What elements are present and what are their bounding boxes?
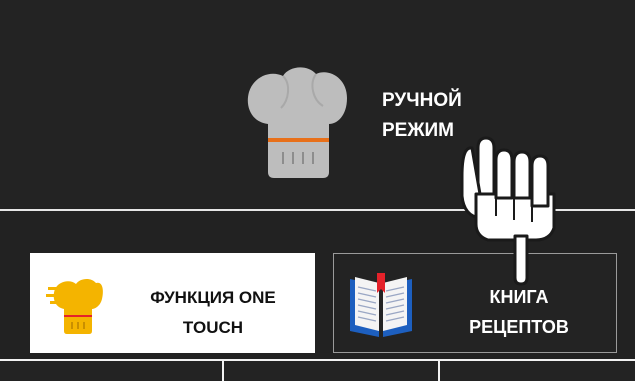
onetouch-label: ФУНКЦИЯ ONE TOUCH bbox=[108, 283, 318, 343]
bottom-tab-strip bbox=[0, 359, 635, 381]
bottom-tab-3[interactable] bbox=[440, 361, 635, 381]
manual-mode-label-line2: РЕЖИМ bbox=[382, 120, 455, 141]
open-book-icon bbox=[350, 273, 412, 337]
manual-mode-label: РУЧНОЙ РЕЖИМ bbox=[382, 86, 502, 146]
manual-mode-label-line1: РУЧНОЙ bbox=[382, 90, 462, 111]
bottom-tab-1[interactable] bbox=[0, 361, 224, 381]
recipe-book-button[interactable]: КНИГА РЕЦЕПТОВ bbox=[333, 253, 617, 353]
recipe-book-label-line1: КНИГА bbox=[489, 287, 549, 307]
manual-mode-button[interactable]: РУЧНОЙ РЕЖИМ bbox=[0, 0, 635, 208]
recipe-book-label-line2: РЕЦЕПТОВ bbox=[469, 317, 569, 337]
onetouch-label-line2: TOUCH bbox=[182, 318, 244, 337]
panel-divider bbox=[0, 209, 635, 211]
app-screen: РУЧНОЙ РЕЖИМ ФУНКЦИЯ ONE TOUCH КНИГА РЕЦ… bbox=[0, 0, 635, 381]
chef-hat-speed-icon bbox=[46, 278, 103, 334]
recipe-book-label: КНИГА РЕЦЕПТОВ bbox=[434, 282, 604, 342]
chef-hat-icon bbox=[247, 67, 347, 178]
bottom-tab-2[interactable] bbox=[224, 361, 440, 381]
onetouch-label-line1: ФУНКЦИЯ ONE bbox=[150, 288, 276, 307]
onetouch-button[interactable]: ФУНКЦИЯ ONE TOUCH bbox=[30, 253, 315, 353]
